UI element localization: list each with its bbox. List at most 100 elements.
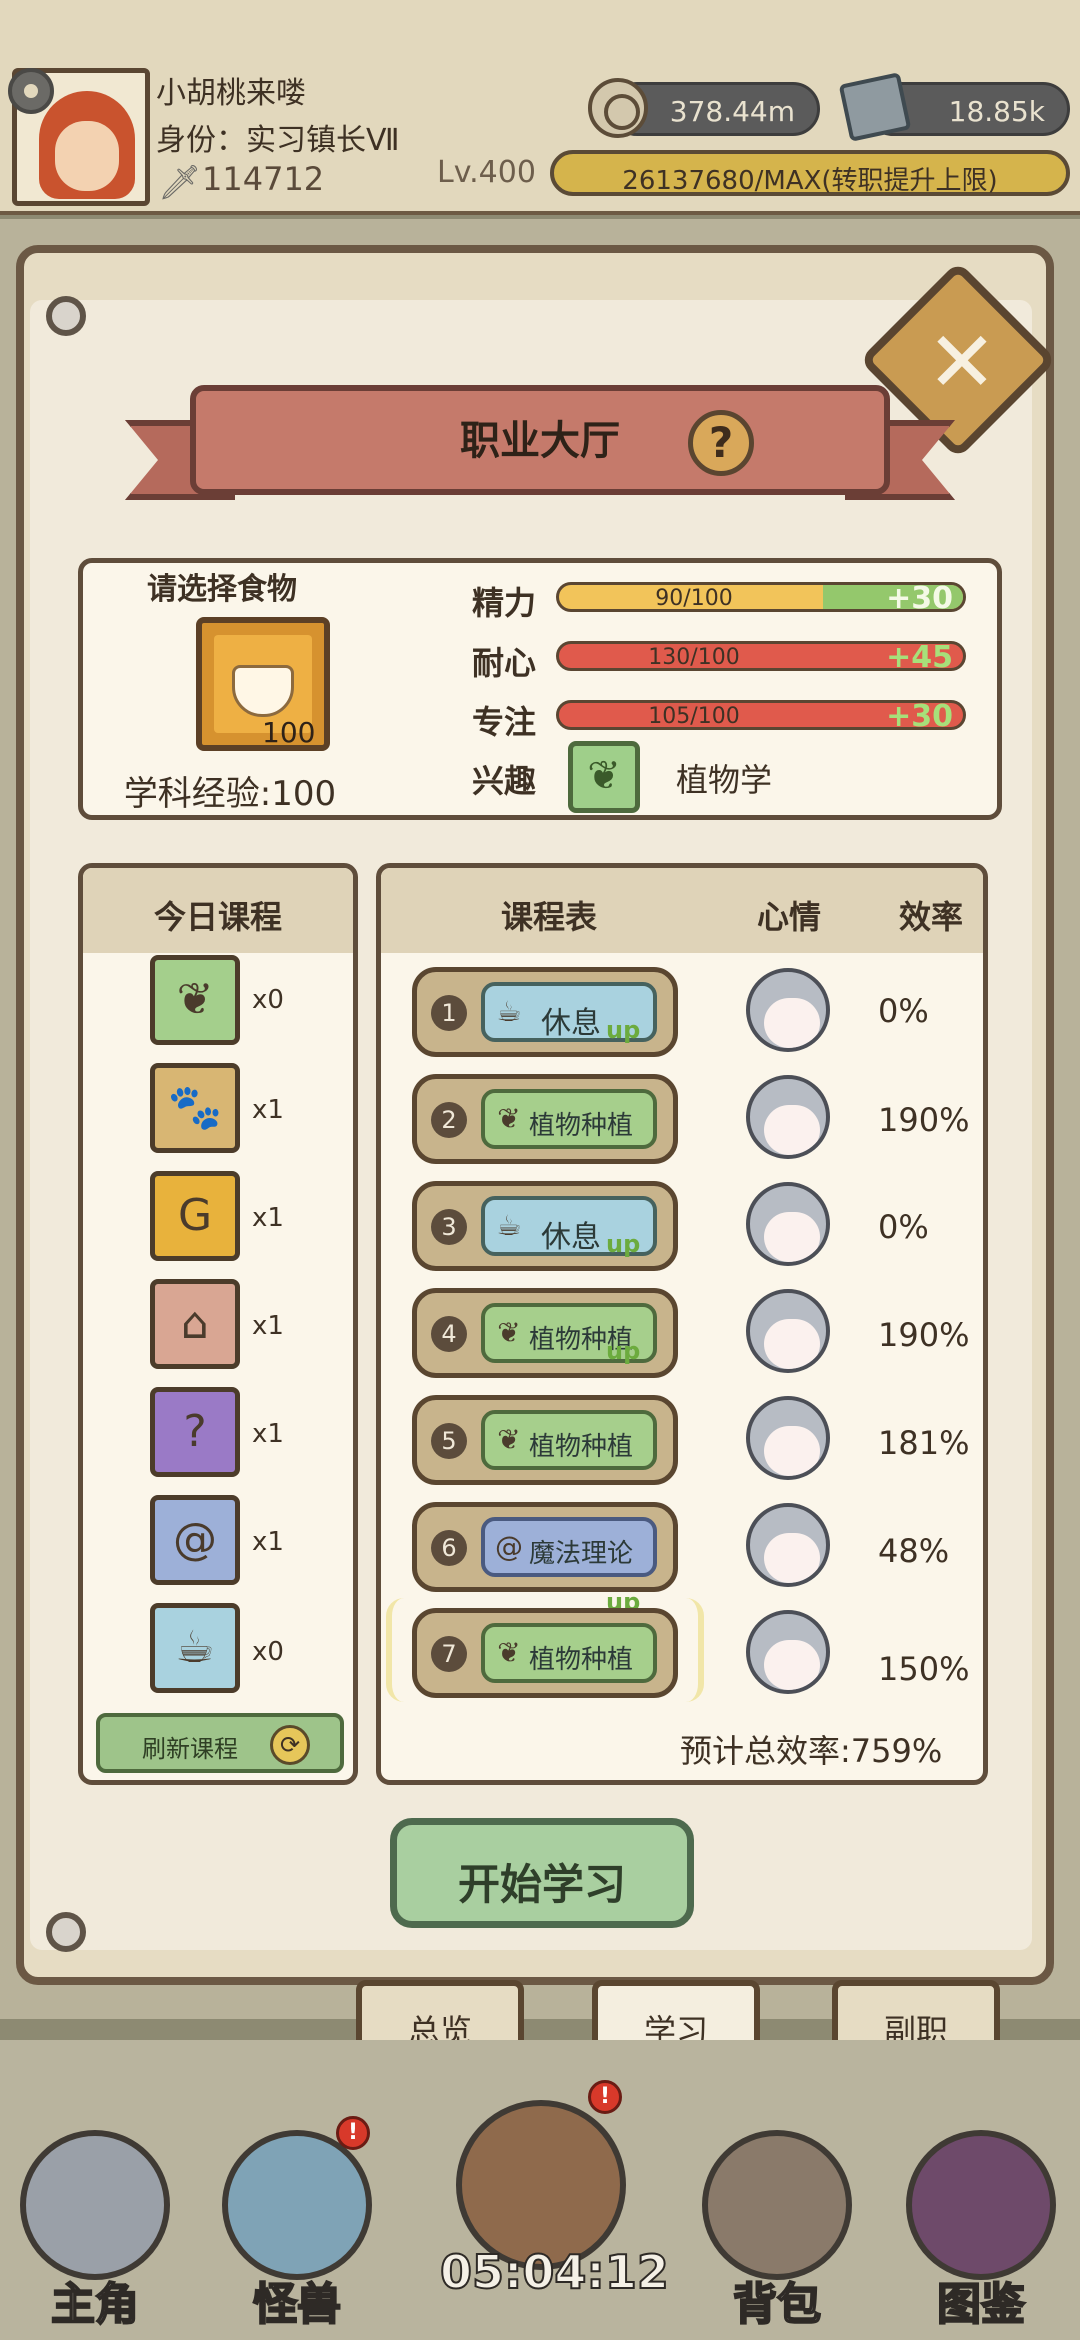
ore-value: 18.85k (948, 95, 1045, 128)
magic-book-icon: @ (495, 1530, 523, 1563)
alert-badge-icon: ! (588, 2080, 622, 2114)
schedule-title: 课程表 (501, 898, 598, 936)
magic-book-icon[interactable]: @ (150, 1495, 240, 1585)
course-pill: @ 魔法理论 (481, 1517, 657, 1577)
gear-icon[interactable] (8, 68, 54, 114)
cup-icon[interactable]: ☕ (150, 1603, 240, 1693)
pin-icon (46, 1912, 86, 1952)
food-label: 请选择食物 (147, 572, 297, 607)
refresh-label: 刷新课程 (142, 1735, 238, 1763)
course-count: x1 (252, 1095, 284, 1125)
nav-bag[interactable]: 背包 (692, 2110, 862, 2331)
efficiency-header: 效率 (899, 898, 964, 936)
focus-bonus: +30 (886, 700, 953, 730)
total-efficiency: 预计总效率:759% (680, 1732, 943, 1770)
interest-label: 兴趣 (472, 762, 537, 800)
paw-icon[interactable]: 🐾 (150, 1063, 240, 1153)
stat-label-patience: 耐心 (472, 644, 537, 682)
house-icon[interactable]: ⌂ (150, 1279, 240, 1369)
help-icon[interactable]: ? (688, 410, 754, 476)
course-count: x0 (252, 985, 284, 1015)
refresh-courses-button[interactable]: 刷新课程 ⟳ (96, 1713, 344, 1773)
efficiency-value: 48% (878, 1532, 950, 1570)
nav-label: 主角 (50, 2278, 140, 2331)
row-number: 3 (431, 1209, 467, 1245)
subject-exp: 学科经验:100 (123, 774, 337, 814)
alert-badge-icon: ! (336, 2116, 370, 2150)
course-pill: ❦ 植物种植 (481, 1623, 657, 1683)
nav-label: 怪兽 (252, 2278, 342, 2331)
row-number: 1 (431, 995, 467, 1031)
course-count: x1 (252, 1311, 284, 1341)
leaf-icon: ❦ (497, 1316, 521, 1349)
pin-icon (46, 296, 86, 336)
schedule-row[interactable]: 2 ❦ 植物种植 (412, 1074, 678, 1164)
refresh-icon: ⟳ (270, 1725, 310, 1765)
course-label: 植物种植 (529, 1432, 634, 1462)
schedule-row[interactable]: 5 ❦ 植物种植 (412, 1395, 678, 1485)
monster-icon (222, 2130, 372, 2280)
leaf-icon: ❦ (497, 1102, 521, 1135)
player-name: 小胡桃来喽 (156, 76, 306, 111)
food-bowl-icon (232, 665, 294, 717)
sword-icon: 🗡 (158, 163, 202, 203)
backpack-icon (702, 2130, 852, 2280)
mood-face-happy (746, 1075, 830, 1159)
nav-hero[interactable]: 主角 (10, 2110, 180, 2331)
leaf-icon: ❦ (568, 741, 640, 813)
course-count: x1 (252, 1203, 284, 1233)
mood-face-sleepy (746, 968, 830, 1052)
codex-book-icon (906, 2130, 1056, 2280)
money-bag-icon[interactable]: G (150, 1171, 240, 1261)
course-label: 魔法理论 (529, 1539, 634, 1569)
up-tag: up (606, 1016, 641, 1044)
patience-value: 130/100 (648, 645, 740, 670)
player-level: Lv.400 (437, 155, 536, 190)
up-tag: up (606, 1337, 641, 1365)
exp-bar: 26137680/MAX(转职提升上限) (550, 150, 1070, 196)
focus-bar: 105/100 +30 (556, 700, 966, 730)
leaf-icon: ❦ (497, 1636, 521, 1669)
efficiency-value: 181% (878, 1424, 970, 1462)
course-label: 休息 (541, 1006, 601, 1041)
efficiency-value: 150% (878, 1650, 970, 1688)
potion-icon[interactable]: ? (150, 1387, 240, 1477)
efficiency-value: 0% (878, 992, 929, 1030)
today-courses-title: 今日课程 (153, 898, 282, 936)
coin-icon (588, 78, 648, 138)
energy-value: 90/100 (655, 586, 733, 611)
schedule-header (381, 868, 983, 953)
efficiency-value: 190% (878, 1316, 970, 1354)
nav-label: 图鉴 (936, 2278, 1026, 2331)
schedule-row[interactable]: 7 ❦ 植物种植 (412, 1608, 678, 1698)
course-count: x0 (252, 1637, 284, 1667)
row-number: 7 (431, 1636, 467, 1672)
player-identity: 身份：实习镇长Ⅶ (156, 123, 400, 158)
patience-bar: 130/100 +45 (556, 641, 966, 671)
course-pill: ❦ 植物种植 (481, 1089, 657, 1149)
course-count: x1 (252, 1527, 284, 1557)
mood-face-sleepy (746, 1503, 830, 1587)
course-label: 植物种植 (529, 1111, 634, 1141)
course-label: 植物种植 (529, 1645, 634, 1675)
mood-face-happy (746, 1396, 830, 1480)
stat-label-energy: 精力 (472, 584, 537, 622)
row-number: 2 (431, 1102, 467, 1138)
course-label: 休息 (541, 1220, 601, 1255)
schedule-row[interactable]: 6 @ 魔法理论 (412, 1502, 678, 1592)
coin-value: 378.44m (669, 95, 795, 128)
energy-bar: 90/100 +30 (556, 582, 966, 612)
mood-face-crying (746, 1182, 830, 1266)
timer: 05:04:12 (439, 2244, 670, 2300)
mood-face-happy (746, 1610, 830, 1694)
helmet-icon (20, 2130, 170, 2280)
mood-face-happy (746, 1289, 830, 1373)
start-learning-button[interactable]: 开始学习 (390, 1818, 694, 1928)
row-number: 4 (431, 1316, 467, 1352)
nav-codex[interactable]: 图鉴 (896, 2110, 1066, 2331)
leaf-icon[interactable]: ❦ (150, 955, 240, 1045)
panel-title: 职业大厅 (460, 418, 620, 464)
close-icon[interactable]: ✕ (922, 320, 1002, 404)
up-tag: up (606, 1230, 641, 1258)
stat-label-focus: 专注 (472, 703, 537, 741)
